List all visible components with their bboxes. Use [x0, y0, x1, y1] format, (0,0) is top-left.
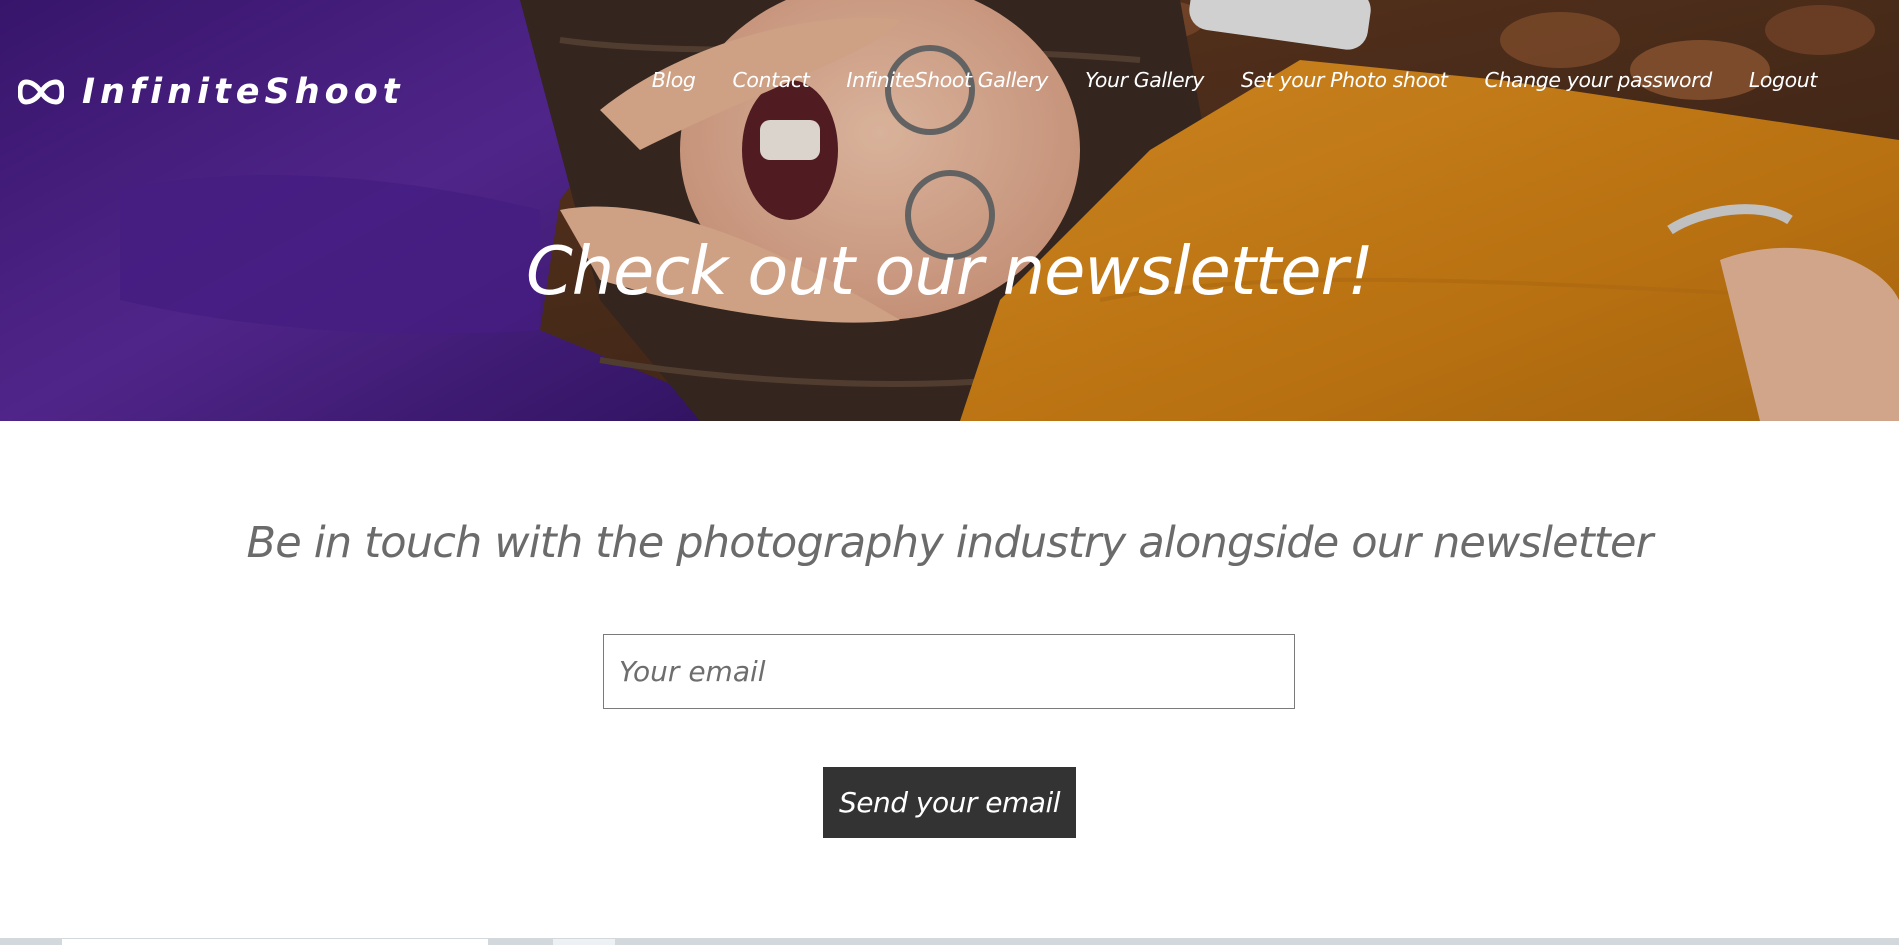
- bottom-strip-segment: [62, 939, 488, 945]
- brand-logo[interactable]: InfiniteShoot: [18, 70, 405, 114]
- email-input[interactable]: [603, 634, 1295, 709]
- infinity-icon: [18, 79, 64, 105]
- hero-title: Check out our newsletter!: [525, 232, 1374, 310]
- nav-item-set-photo-shoot[interactable]: Set your Photo shoot: [1241, 68, 1448, 92]
- brand-name: InfiniteShoot: [82, 72, 405, 112]
- main-nav: Blog Contact InfiniteShoot Gallery Your …: [652, 68, 1818, 92]
- newsletter-page: InfiniteShoot Blog Contact InfiniteShoot…: [0, 0, 1899, 945]
- nav-item-your-gallery[interactable]: Your Gallery: [1085, 68, 1204, 92]
- nav-item-contact[interactable]: Contact: [732, 68, 809, 92]
- newsletter-subtitle: Be in touch with the photography industr…: [246, 518, 1654, 568]
- nav-item-logout[interactable]: Logout: [1749, 68, 1818, 92]
- bottom-section-edge: [0, 938, 1899, 945]
- hero-banner: InfiniteShoot Blog Contact InfiniteShoot…: [0, 0, 1899, 421]
- nav-item-blog[interactable]: Blog: [652, 68, 696, 92]
- bottom-strip-segment: [553, 939, 615, 945]
- send-email-button[interactable]: Send your email: [823, 767, 1076, 838]
- nav-item-change-password[interactable]: Change your password: [1485, 68, 1713, 92]
- nav-item-infiniteshoot-gallery[interactable]: InfiniteShoot Gallery: [846, 68, 1048, 92]
- hero-overlay: [0, 0, 1899, 421]
